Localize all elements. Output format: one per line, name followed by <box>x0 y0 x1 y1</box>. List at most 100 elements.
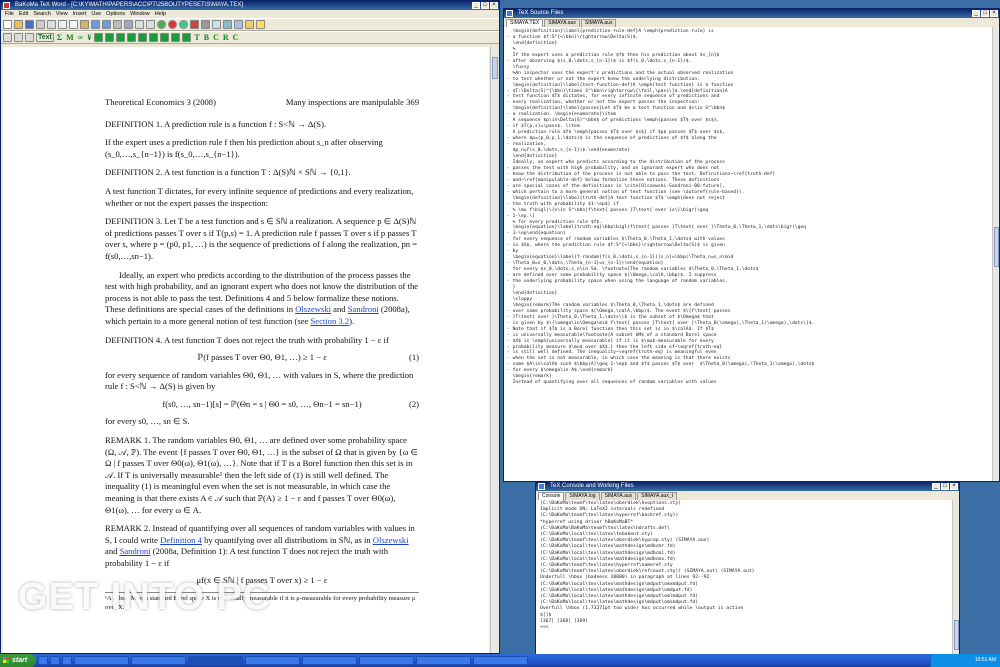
tab-console-aux[interactable]: SIMAYA.aux <box>600 492 637 500</box>
section-link[interactable]: Section 3.2 <box>310 316 349 326</box>
image-icon[interactable] <box>223 20 232 29</box>
editor-scroll-thumb[interactable] <box>492 57 498 79</box>
source-titlebar[interactable]: TeX Source Files _ □ × <box>504 9 999 18</box>
math-m-button[interactable]: M <box>65 33 75 42</box>
open-folder-icon[interactable] <box>14 20 23 29</box>
matrix-icon[interactable] <box>25 33 34 42</box>
document-page[interactable]: Theoretical Economics 3 (2008) Many inspe… <box>3 47 489 653</box>
quicklaunch-icon[interactable] <box>50 656 60 665</box>
math-t-button[interactable]: T <box>193 33 200 42</box>
console-titlebar[interactable]: TeX Console and Working Files _ □ × <box>536 482 959 491</box>
menu-window[interactable]: Window <box>130 10 150 18</box>
accent-icon[interactable] <box>127 33 137 42</box>
tab-source-tex[interactable]: SIMAYA.TEX <box>506 19 544 27</box>
set-icon[interactable] <box>182 33 192 42</box>
redo-icon[interactable] <box>102 20 111 29</box>
taskbar-item[interactable] <box>416 656 471 665</box>
root-icon[interactable] <box>14 33 23 42</box>
print-icon[interactable] <box>36 20 45 29</box>
quicklaunch-icon[interactable] <box>38 656 48 665</box>
taskbar-item[interactable] <box>131 656 186 665</box>
taskbar-item[interactable] <box>245 656 300 665</box>
tab-source-aux-2[interactable]: SIMAYA.aux <box>580 19 617 27</box>
find-icon[interactable] <box>113 20 122 29</box>
menu-file[interactable]: File <box>5 10 14 18</box>
console-scrollbar[interactable] <box>952 500 959 665</box>
tab-console[interactable]: Console <box>538 492 565 500</box>
compile-icon[interactable] <box>157 20 166 29</box>
menu-edit[interactable]: Edit <box>19 10 28 18</box>
bracket-icon[interactable] <box>138 33 148 42</box>
settings-icon[interactable] <box>201 20 210 29</box>
infinity-button[interactable]: ∞ <box>77 33 85 42</box>
taskbar-item[interactable] <box>188 656 243 665</box>
start-button[interactable]: start <box>0 654 36 667</box>
math-c-button[interactable]: C <box>212 33 220 42</box>
menu-use[interactable]: Use <box>91 10 101 18</box>
arrow-icon[interactable] <box>116 33 126 42</box>
console-scroll-thumb[interactable] <box>954 620 959 650</box>
menu-help[interactable]: Help <box>155 10 166 18</box>
integral-icon[interactable] <box>94 33 104 42</box>
console-prompt[interactable]: <<< <box>540 625 952 631</box>
definition-link[interactable]: Definition 4 <box>160 535 202 545</box>
menu-insert[interactable]: Insert <box>73 10 87 18</box>
citation-link-olszewski-2[interactable]: Olszewski <box>373 535 409 545</box>
math-r-button[interactable]: R <box>222 33 230 42</box>
stop-icon[interactable] <box>168 20 177 29</box>
menu-search[interactable]: Search <box>33 10 50 18</box>
source-maximize-icon[interactable]: □ <box>981 10 989 17</box>
citation-link-sandroni-2[interactable]: Sandroni <box>120 546 151 556</box>
yen-button[interactable]: ¥ <box>86 33 92 42</box>
citation-link-sandroni[interactable]: Sandroni <box>348 304 379 314</box>
relation-icon[interactable] <box>160 33 170 42</box>
tab-console-aux-t[interactable]: SIMAYA.aux_t <box>637 492 677 500</box>
quicklaunch-icon[interactable] <box>62 656 72 665</box>
source-close-icon[interactable]: × <box>990 10 998 17</box>
italic-icon[interactable] <box>146 20 155 29</box>
console-minimize-icon[interactable]: _ <box>932 483 940 490</box>
taskbar-item[interactable] <box>302 656 357 665</box>
refresh-icon[interactable] <box>179 20 188 29</box>
math-b-button[interactable]: B <box>203 33 210 42</box>
omega-icon[interactable] <box>105 33 115 42</box>
console-output[interactable]: (C:\BaKoMa\texmf\tex\latex\oberdiek\kvop… <box>536 500 952 665</box>
tab-console-log[interactable]: SIMAYA.log <box>565 492 600 500</box>
pdf-icon[interactable] <box>190 20 199 29</box>
source-scrollbar[interactable] <box>992 27 999 481</box>
copy-icon[interactable] <box>69 20 78 29</box>
fraction-icon[interactable] <box>3 33 12 42</box>
new-file-icon[interactable] <box>3 20 12 29</box>
text-mode-button[interactable]: Text <box>36 33 54 42</box>
console-close-icon[interactable]: × <box>950 483 958 490</box>
console-maximize-icon[interactable]: □ <box>941 483 949 490</box>
table-icon[interactable] <box>212 20 221 29</box>
save-icon[interactable] <box>25 20 34 29</box>
editor-titlebar[interactable]: BaKoMa TeX Word - [C:\KY\MATH\PAPERS\ACC… <box>1 1 499 10</box>
citation-link-olszewski[interactable]: Olszewski <box>295 304 331 314</box>
close-icon[interactable]: × <box>490 2 498 9</box>
taskbar-item[interactable] <box>473 656 528 665</box>
cut-icon[interactable] <box>58 20 67 29</box>
math-c2-button[interactable]: C <box>232 33 240 42</box>
maximize-icon[interactable]: □ <box>481 2 489 9</box>
zoom-icon[interactable] <box>124 20 133 29</box>
greek-icon[interactable] <box>149 33 159 42</box>
tab-source-aux[interactable]: SIMAYA.aux <box>544 19 580 27</box>
source-editor[interactable]: \begin{definition}\label{prediction-rule… <box>504 27 992 481</box>
taskbar-item[interactable] <box>74 656 129 665</box>
source-scroll-thumb[interactable] <box>994 227 999 267</box>
undo-icon[interactable] <box>91 20 100 29</box>
menu-options[interactable]: Options <box>106 10 125 18</box>
bold-icon[interactable] <box>135 20 144 29</box>
sum-button[interactable]: Σ <box>56 33 63 42</box>
spell-icon[interactable] <box>245 20 254 29</box>
taskbar-item[interactable] <box>359 656 414 665</box>
source-minimize-icon[interactable]: _ <box>972 10 980 17</box>
paste-icon[interactable] <box>80 20 89 29</box>
preview-icon[interactable] <box>47 20 56 29</box>
menu-view[interactable]: View <box>56 10 68 18</box>
link-icon[interactable] <box>234 20 243 29</box>
system-tray-clock[interactable]: 10:51 AM <box>930 654 1000 667</box>
editor-scrollbar[interactable] <box>490 47 499 653</box>
